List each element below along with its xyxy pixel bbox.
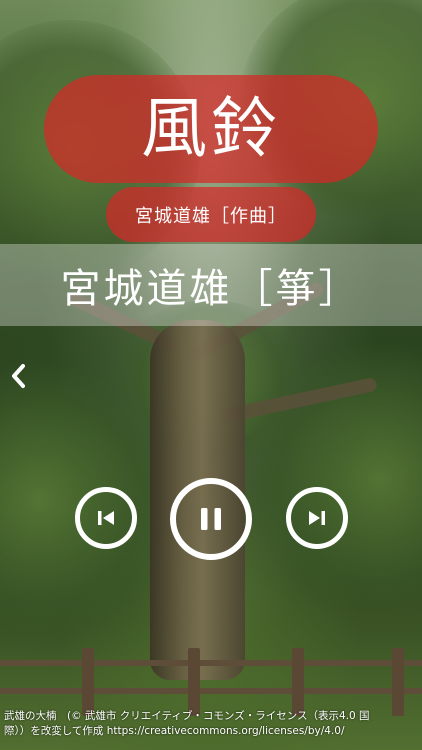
photo-credit-line-2: 際））を改変して作成 https://creativecommons.org/l… xyxy=(4,725,345,737)
skip-next-icon xyxy=(309,511,325,525)
player-screen: 風鈴 宮城道雄［作曲］ 宮城道雄［箏］ 武雄の大楠 (© 武雄市 クリエイティブ… xyxy=(0,0,422,750)
title-badge: 風鈴 xyxy=(44,75,378,183)
pause-button[interactable] xyxy=(170,478,252,560)
composer-label: 宮城道雄［作曲］ xyxy=(135,205,287,227)
skip-previous-icon xyxy=(98,511,114,525)
back-button[interactable] xyxy=(6,360,30,392)
performer-banner: 宮城道雄［箏］ xyxy=(0,244,422,326)
composer-badge: 宮城道雄［作曲］ xyxy=(106,187,316,242)
next-track-button[interactable] xyxy=(286,487,348,549)
chevron-left-icon xyxy=(12,364,25,388)
photo-credit-line-1: 武雄の大楠 (© 武雄市 クリエイティブ・コモンズ・ライセンス（表示4.0 国 xyxy=(4,710,370,722)
performer-label: 宮城道雄［箏］ xyxy=(60,266,362,312)
previous-track-button[interactable] xyxy=(75,487,137,549)
track-title: 風鈴 xyxy=(141,90,281,167)
pause-icon xyxy=(201,508,221,530)
photo-credit: 武雄の大楠 (© 武雄市 クリエイティブ・コモンズ・ライセンス（表示4.0 国 … xyxy=(4,709,418,739)
